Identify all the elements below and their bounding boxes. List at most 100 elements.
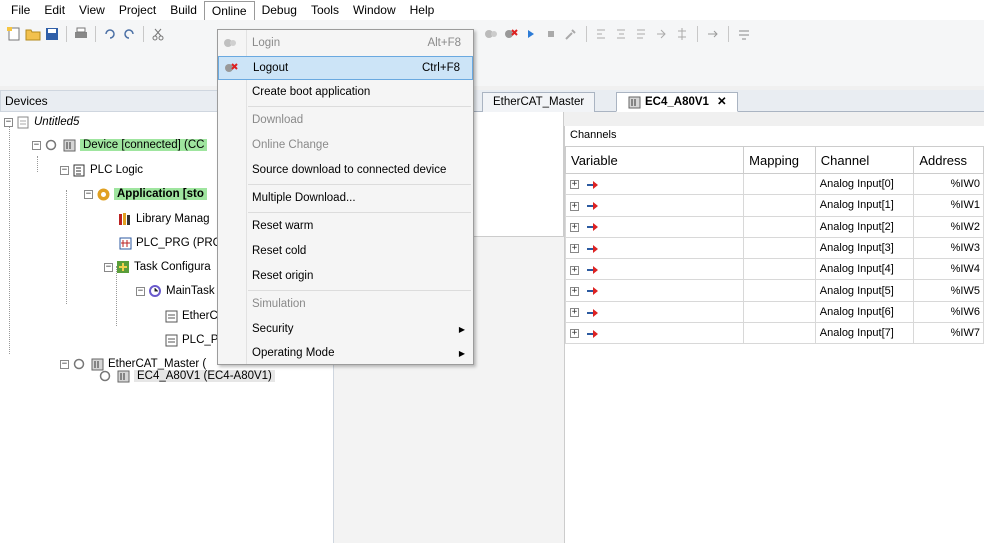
expand-icon[interactable]: + [570,244,579,254]
tab-ec4[interactable]: EC4_A80V1 ✕ [616,92,738,112]
menu-item-reset-warm[interactable]: Reset warm [218,214,473,238]
variable-cell[interactable]: + [564,236,745,260]
open-project-icon[interactable] [25,26,41,42]
redo-icon[interactable] [121,26,137,42]
menu-item-source-download[interactable]: Source download to connected device [218,158,473,182]
tree-node-application[interactable]: − Application [sto [84,185,207,203]
reset-icon[interactable] [563,26,579,42]
menu-project[interactable]: Project [112,1,163,19]
collapse-icon[interactable]: − [84,189,93,199]
tab-ethercat-master[interactable]: EtherCAT_Master [482,92,596,112]
table-row[interactable]: + Analog Input[0] %IW0 [564,172,984,196]
table-row[interactable]: + Analog Input[6] %IW6 [564,300,984,324]
variable-cell[interactable]: + [564,172,745,196]
menu-item-operating-mode[interactable]: Operating Mode ▶ [218,341,473,365]
collapse-icon[interactable]: − [104,262,113,272]
run-to-cursor-icon[interactable] [654,26,670,42]
mapping-cell[interactable] [743,258,816,281]
menu-build[interactable]: Build [163,1,204,19]
menu-help[interactable]: Help [403,1,442,19]
variable-cell[interactable]: + [564,300,745,324]
save-icon[interactable] [44,26,60,42]
column-header-variable[interactable]: Variable [564,146,745,174]
column-header-channel[interactable]: Channel [814,146,915,174]
table-row[interactable]: + Analog Input[2] %IW2 [564,215,984,238]
cut-icon[interactable] [150,26,166,42]
collapse-icon[interactable]: − [32,140,41,150]
tree-node-ec4[interactable]: EC4_A80V1 (EC4-A80V1) [98,367,334,385]
table-row[interactable]: + Analog Input[5] %IW5 [564,279,984,302]
breakpoint-icon[interactable] [674,26,690,42]
tree-node-device[interactable]: − Device [connected] (CC [32,136,208,154]
variable-cell[interactable]: + [564,322,745,345]
menu-file[interactable]: File [4,1,37,19]
variable-cell[interactable]: + [564,194,745,217]
table-row[interactable]: + Analog Input[3] %IW3 [564,236,984,260]
tree-node-project[interactable]: − Untitled5 [4,113,79,131]
expand-icon[interactable]: + [570,265,579,275]
step-into-icon[interactable] [614,26,630,42]
table-row[interactable]: + Analog Input[1] %IW1 [564,194,984,217]
tree-node-ethercat-call[interactable]: EtherC [164,307,218,325]
mapping-cell[interactable] [743,322,816,345]
flow-control-icon[interactable] [705,26,721,42]
menu-item-online-change[interactable]: Online Change [218,133,473,157]
collapse-icon[interactable]: − [60,165,69,175]
menu-item-simulation[interactable]: Simulation [218,292,473,316]
expand-icon[interactable]: + [570,222,579,232]
menu-item-multiple-download[interactable]: Multiple Download... [218,186,473,210]
start-icon[interactable] [523,26,539,42]
expand-icon[interactable]: + [570,286,579,296]
menu-item-download[interactable]: Download [218,108,473,132]
menu-debug[interactable]: Debug [255,1,304,19]
new-project-icon[interactable] [6,26,22,42]
variable-cell[interactable]: + [564,258,745,281]
expand-icon[interactable]: + [570,308,579,318]
table-row[interactable]: + Analog Input[4] %IW4 [564,258,984,281]
collapse-icon[interactable]: − [4,117,13,127]
undo-icon[interactable] [102,26,118,42]
variable-cell[interactable]: + [564,279,745,302]
menu-edit[interactable]: Edit [37,1,72,19]
mapping-cell[interactable] [743,194,816,217]
print-icon[interactable] [73,26,89,42]
mapping-cell[interactable] [743,279,816,302]
variable-cell[interactable]: + [564,215,745,238]
tree-node-task-config[interactable]: − Task Configura [104,258,211,276]
menu-online[interactable]: Online [203,1,255,21]
menu-view[interactable]: View [72,1,112,19]
collapse-icon[interactable]: − [60,359,69,369]
mapping-cell[interactable] [743,300,816,324]
logout-icon[interactable] [503,26,519,42]
step-over-icon[interactable] [594,26,610,42]
menu-window[interactable]: Window [346,1,403,19]
table-row[interactable]: + Analog Input[7] %IW7 [564,322,984,345]
menu-item-reset-origin[interactable]: Reset origin [218,264,473,288]
menu-item-login[interactable]: Login Alt+F8 [218,31,473,55]
step-out-icon[interactable] [634,26,650,42]
menu-item-security[interactable]: Security ▶ [218,317,473,341]
tree-node-plc-prg[interactable]: PLC_PRG (PRG [118,234,222,252]
login-icon[interactable] [483,26,499,42]
column-header-address[interactable]: Address [913,146,984,174]
menu-item-logout[interactable]: Logout Ctrl+F8 [218,56,473,80]
stop-icon[interactable] [543,26,559,42]
tree-node-main-task[interactable]: − MainTask [136,282,215,300]
close-icon[interactable]: ✕ [717,93,727,111]
tree-node-plc-logic[interactable]: − PLC Logic [60,161,143,179]
mapping-cell[interactable] [743,215,816,238]
collapse-icon[interactable]: − [136,286,145,296]
tab-label: EC4_A80V1 [645,96,709,108]
expand-icon[interactable]: + [570,329,579,339]
menu-tools[interactable]: Tools [304,1,346,19]
column-header-mapping[interactable]: Mapping [743,146,816,174]
expand-icon[interactable]: + [570,180,579,190]
expand-icon[interactable]: + [570,201,579,211]
menu-item-reset-cold[interactable]: Reset cold [218,239,473,263]
mapping-cell[interactable] [743,172,816,196]
tree-node-plc-prg-call[interactable]: PLC_P [164,331,218,349]
display-mode-icon[interactable] [736,26,752,42]
menu-item-create-boot-application[interactable]: Create boot application [218,80,473,104]
mapping-cell[interactable] [743,236,816,260]
tree-node-library-manager[interactable]: Library Manag [118,210,210,228]
